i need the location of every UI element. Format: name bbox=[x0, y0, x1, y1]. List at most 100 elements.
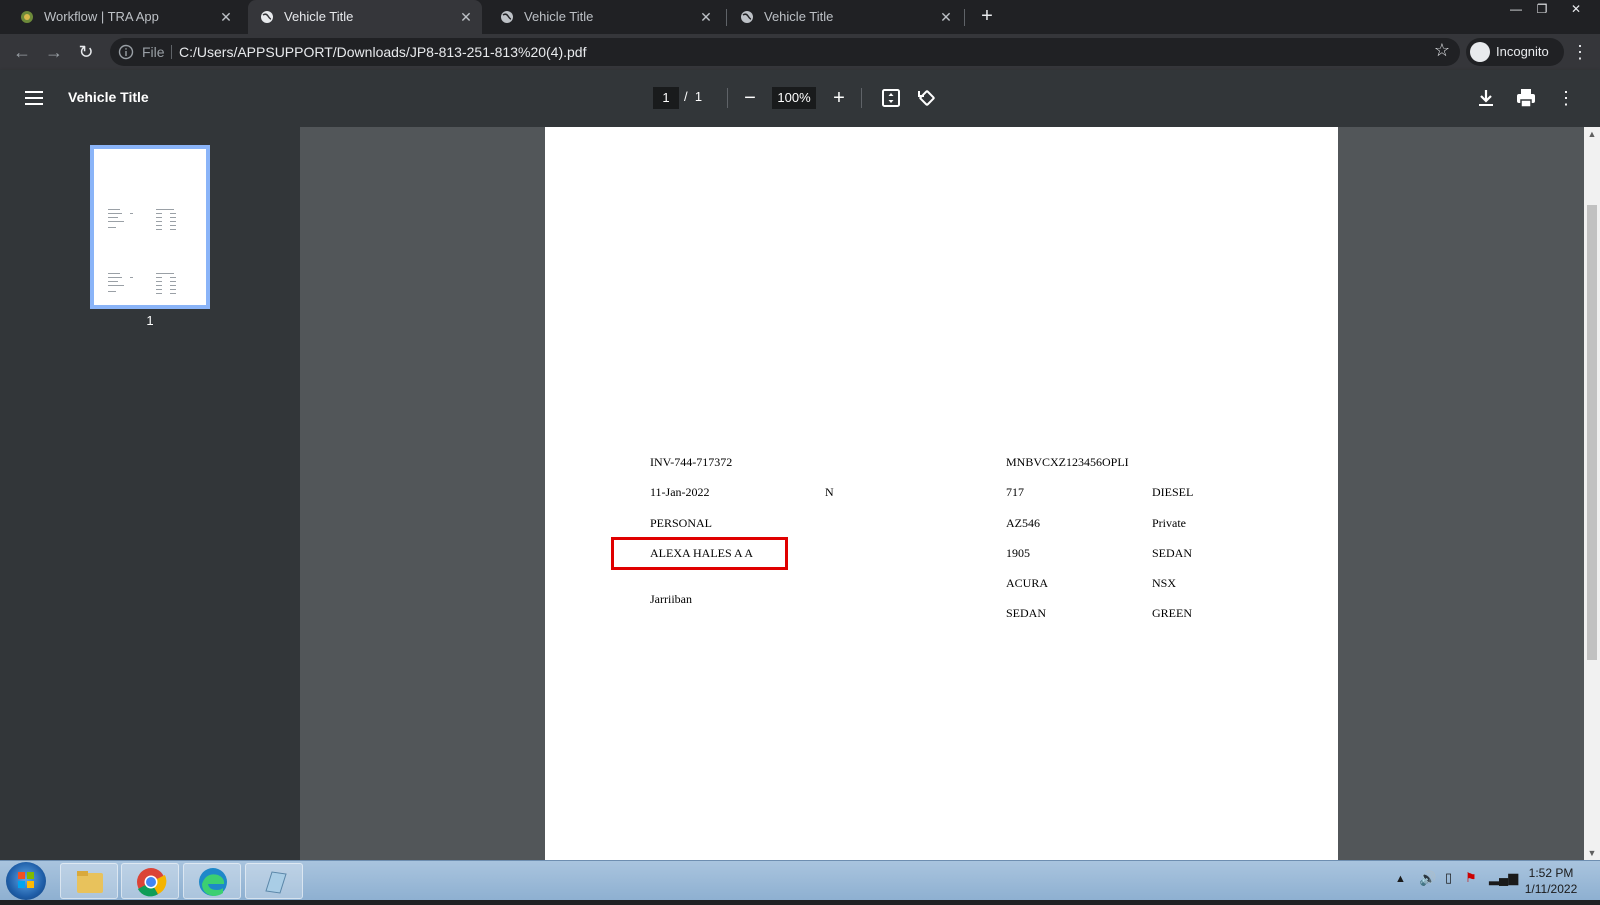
tab-separator bbox=[964, 9, 965, 26]
url-text[interactable]: C:/Users/APPSUPPORT/Downloads/JP8-813-25… bbox=[179, 44, 586, 60]
usage: PERSONAL bbox=[650, 516, 713, 530]
forward-icon[interactable]: → bbox=[40, 38, 68, 66]
vin: MNBVCXZ123456OPLI bbox=[1006, 455, 1129, 469]
clock-time: 1:52 PM bbox=[1528, 866, 1574, 880]
thumbnail-page-number: 1 bbox=[146, 313, 154, 328]
scheme-label: File bbox=[142, 44, 165, 60]
pdf-toolbar: Vehicle Title 1 / 1 − 100% + ⋮ bbox=[0, 70, 1600, 127]
color: GREEN bbox=[1152, 606, 1192, 620]
zoom-out-button[interactable]: − bbox=[738, 86, 762, 110]
thumbnail-preview bbox=[108, 209, 176, 294]
toolbar-separator bbox=[727, 88, 728, 108]
toolbar-separator bbox=[861, 88, 862, 108]
pdf-title: Vehicle Title bbox=[68, 89, 149, 105]
window-close-icon[interactable]: ✕ bbox=[1564, 0, 1588, 18]
hamburger-menu-icon[interactable] bbox=[22, 86, 46, 110]
incognito-icon bbox=[1470, 42, 1490, 62]
invoice-number: INV-744-717372 bbox=[650, 455, 733, 469]
notepad-taskbar-button[interactable] bbox=[245, 863, 303, 899]
fit-to-page-icon[interactable] bbox=[879, 86, 903, 110]
edge-icon bbox=[199, 868, 227, 896]
action-center-icon[interactable]: ⚑ bbox=[1465, 870, 1477, 886]
ownership: Private bbox=[1152, 516, 1186, 530]
chrome-icon bbox=[137, 868, 167, 897]
rotate-icon[interactable] bbox=[915, 86, 939, 110]
restore-icon[interactable]: ❐ bbox=[1530, 0, 1554, 18]
omnibox-separator bbox=[171, 45, 172, 59]
tab-vehicle-title-2[interactable]: Vehicle Title ✕ bbox=[488, 0, 722, 34]
page-separator: / bbox=[684, 89, 688, 104]
battery-icon[interactable]: ▯ bbox=[1445, 870, 1452, 886]
windows-logo-icon bbox=[18, 872, 34, 888]
folder-icon bbox=[77, 871, 103, 893]
body-class: SEDAN bbox=[1006, 606, 1047, 620]
address-bar[interactable]: File C:/Users/APPSUPPORT/Downloads/JP8-8… bbox=[110, 38, 1460, 66]
download-icon[interactable] bbox=[1474, 86, 1498, 110]
vertical-scrollbar[interactable]: ▲ ▼ bbox=[1584, 127, 1600, 860]
chrome-taskbar-button[interactable] bbox=[121, 863, 179, 899]
zoom-input[interactable]: 100% bbox=[772, 87, 816, 109]
globe-icon bbox=[501, 11, 513, 23]
bookmark-star-icon[interactable]: ☆ bbox=[1434, 40, 1450, 61]
tab-vehicle-title-3[interactable]: Vehicle Title ✕ bbox=[728, 0, 962, 34]
city: Jarriiban bbox=[650, 592, 692, 606]
close-tab-icon[interactable]: ✕ bbox=[696, 7, 716, 27]
tab-title: Vehicle Title bbox=[284, 9, 354, 24]
year: 1905 bbox=[1006, 546, 1030, 560]
tab-title: Vehicle Title bbox=[524, 9, 594, 24]
browser-menu-icon[interactable]: ⋮ bbox=[1570, 38, 1590, 66]
clock-date: 1/11/2022 bbox=[1524, 882, 1578, 896]
tab-vehicle-title-1[interactable]: Vehicle Title ✕ bbox=[248, 0, 482, 34]
fuel-type: DIESEL bbox=[1152, 485, 1194, 499]
scroll-down-icon[interactable]: ▼ bbox=[1584, 846, 1600, 860]
thumbnail-sidebar: 1 bbox=[0, 127, 300, 860]
pdf-viewer bbox=[300, 127, 1584, 860]
notepad-icon bbox=[265, 871, 287, 894]
page-number-input[interactable]: 1 bbox=[653, 87, 679, 109]
tab-workflow[interactable]: Workflow | TRA App ✕ bbox=[8, 0, 242, 34]
close-tab-icon[interactable]: ✕ bbox=[456, 7, 476, 27]
globe-icon bbox=[261, 11, 273, 23]
windows-taskbar: ▲ 🔊 ▯ ⚑ ▂▄▆ 1:52 PM 1/11/2022 bbox=[0, 860, 1600, 900]
flag: N bbox=[825, 485, 834, 499]
tab-separator bbox=[726, 9, 727, 26]
scrollbar-thumb[interactable] bbox=[1587, 205, 1597, 660]
incognito-badge[interactable]: Incognito bbox=[1466, 38, 1564, 66]
make: ACURA bbox=[1006, 576, 1049, 590]
system-tray: ▲ 🔊 ▯ ⚑ ▂▄▆ bbox=[1395, 867, 1518, 895]
page-thumbnail[interactable] bbox=[90, 145, 210, 309]
tab-strip: Workflow | TRA App ✕ Vehicle Title ✕ Veh… bbox=[0, 0, 1600, 34]
pdf-more-options-icon[interactable]: ⋮ bbox=[1554, 86, 1578, 110]
incognito-label: Incognito bbox=[1496, 44, 1549, 59]
app-favicon-icon bbox=[21, 11, 33, 23]
print-icon[interactable] bbox=[1514, 86, 1538, 110]
volume-icon[interactable]: 🔊 bbox=[1419, 870, 1436, 887]
minimize-icon[interactable]: — bbox=[1504, 0, 1528, 18]
model: NSX bbox=[1152, 576, 1177, 590]
plate-number: AZ546 bbox=[1006, 516, 1040, 530]
owner-name: ALEXA HALES A A bbox=[650, 546, 754, 560]
tab-title: Workflow | TRA App bbox=[44, 9, 159, 24]
body-type: SEDAN bbox=[1152, 546, 1193, 560]
code: 717 bbox=[1006, 485, 1024, 499]
start-button[interactable] bbox=[6, 862, 46, 900]
browser-toolbar: ← → ↻ File C:/Users/APPSUPPORT/Downloads… bbox=[0, 34, 1600, 70]
file-explorer-taskbar-button[interactable] bbox=[60, 863, 118, 899]
date: 11-Jan-2022 bbox=[650, 485, 710, 499]
globe-icon bbox=[741, 11, 753, 23]
clock[interactable]: 1:52 PM 1/11/2022 bbox=[1515, 865, 1587, 897]
total-pages: 1 bbox=[694, 89, 703, 104]
zoom-in-button[interactable]: + bbox=[827, 86, 851, 110]
new-tab-button[interactable]: + bbox=[975, 5, 999, 29]
show-hidden-icons-icon[interactable]: ▲ bbox=[1395, 873, 1406, 885]
tab-title: Vehicle Title bbox=[764, 9, 834, 24]
close-tab-icon[interactable]: ✕ bbox=[216, 7, 236, 27]
edge-taskbar-button[interactable] bbox=[183, 863, 241, 899]
page-count: / 1 bbox=[684, 89, 702, 104]
back-icon[interactable]: ← bbox=[8, 38, 36, 66]
scroll-up-icon[interactable]: ▲ bbox=[1584, 127, 1600, 141]
close-tab-icon[interactable]: ✕ bbox=[936, 7, 956, 27]
info-icon[interactable] bbox=[118, 44, 134, 60]
reload-icon[interactable]: ↻ bbox=[72, 38, 100, 66]
network-icon[interactable]: ▂▄▆ bbox=[1489, 870, 1518, 886]
